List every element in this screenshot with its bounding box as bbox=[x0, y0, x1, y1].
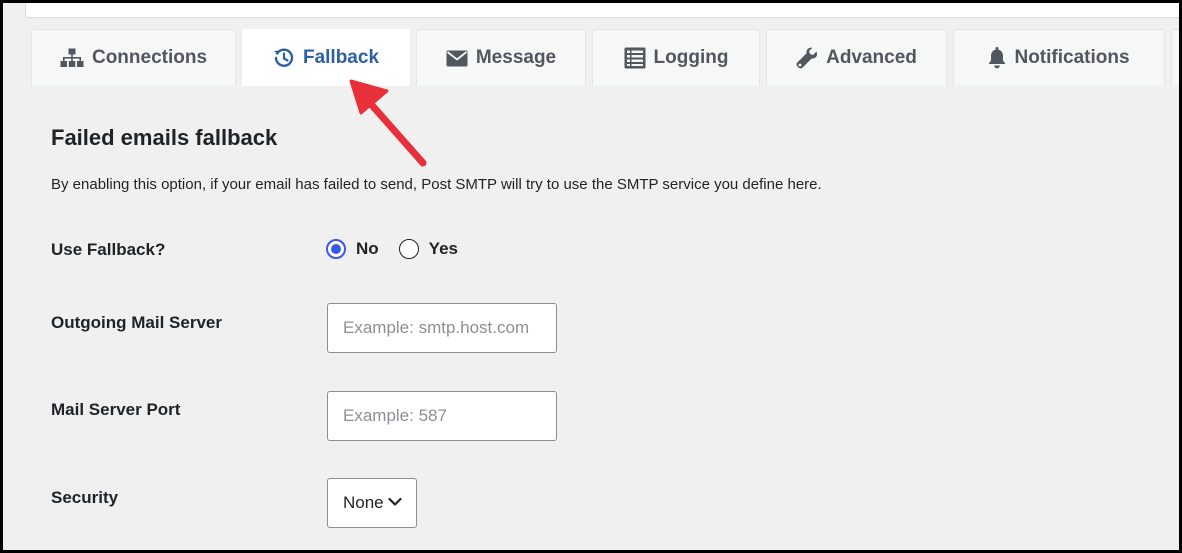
security-select-value: None bbox=[343, 493, 384, 512]
radio-yes[interactable] bbox=[398, 239, 419, 259]
screenshot-frame: Connections Fallback Message Logging Adv… bbox=[0, 0, 1182, 553]
settings-tabs: Connections Fallback Message Logging Adv… bbox=[31, 29, 1179, 86]
chevron-down-icon bbox=[388, 494, 402, 512]
fallback-yes-option[interactable]: Yes bbox=[398, 239, 458, 259]
radio-no-label: No bbox=[356, 239, 379, 258]
section-description: By enabling this option, if your email h… bbox=[51, 176, 822, 193]
history-icon bbox=[273, 47, 295, 69]
mail-server-port-input[interactable] bbox=[327, 391, 557, 441]
outgoing-mail-server-label: Outgoing Mail Server bbox=[51, 313, 222, 332]
tab-notifications[interactable]: Notifications bbox=[953, 29, 1165, 86]
fallback-no-option[interactable]: No bbox=[326, 239, 379, 259]
tab-label: Logging bbox=[653, 47, 729, 68]
tab-label: Notifications bbox=[1014, 47, 1130, 68]
tab-label: Message bbox=[475, 47, 557, 68]
tab-label: Connections bbox=[91, 47, 208, 68]
mail-server-port-label: Mail Server Port bbox=[51, 400, 181, 419]
top-panel-edge bbox=[25, 3, 1179, 18]
wrench-icon bbox=[796, 47, 818, 69]
tab-label: Advanced bbox=[826, 47, 917, 68]
tab-label: Fallback bbox=[302, 47, 380, 68]
outgoing-mail-server-input[interactable] bbox=[327, 303, 557, 353]
tab-connections[interactable]: Connections bbox=[31, 29, 236, 86]
security-label: Security bbox=[51, 488, 119, 507]
tab-logging[interactable]: Logging bbox=[592, 29, 760, 86]
list-icon bbox=[624, 47, 646, 69]
tab-advanced[interactable]: Advanced bbox=[766, 29, 947, 86]
envelope-icon bbox=[446, 50, 468, 67]
use-fallback-radio-group: No Yes bbox=[326, 239, 468, 259]
tab-fallback[interactable]: Fallback bbox=[242, 29, 410, 86]
radio-yes-label: Yes bbox=[428, 239, 458, 258]
sitemap-icon bbox=[60, 48, 84, 68]
use-fallback-label: Use Fallback? bbox=[51, 240, 166, 259]
tab-message[interactable]: Message bbox=[416, 29, 586, 86]
radio-no[interactable] bbox=[326, 239, 346, 259]
bell-icon bbox=[988, 47, 1006, 69]
tab-overflow-edge bbox=[1171, 29, 1179, 86]
security-select[interactable]: None bbox=[327, 478, 417, 528]
section-title: Failed emails fallback bbox=[51, 125, 278, 150]
